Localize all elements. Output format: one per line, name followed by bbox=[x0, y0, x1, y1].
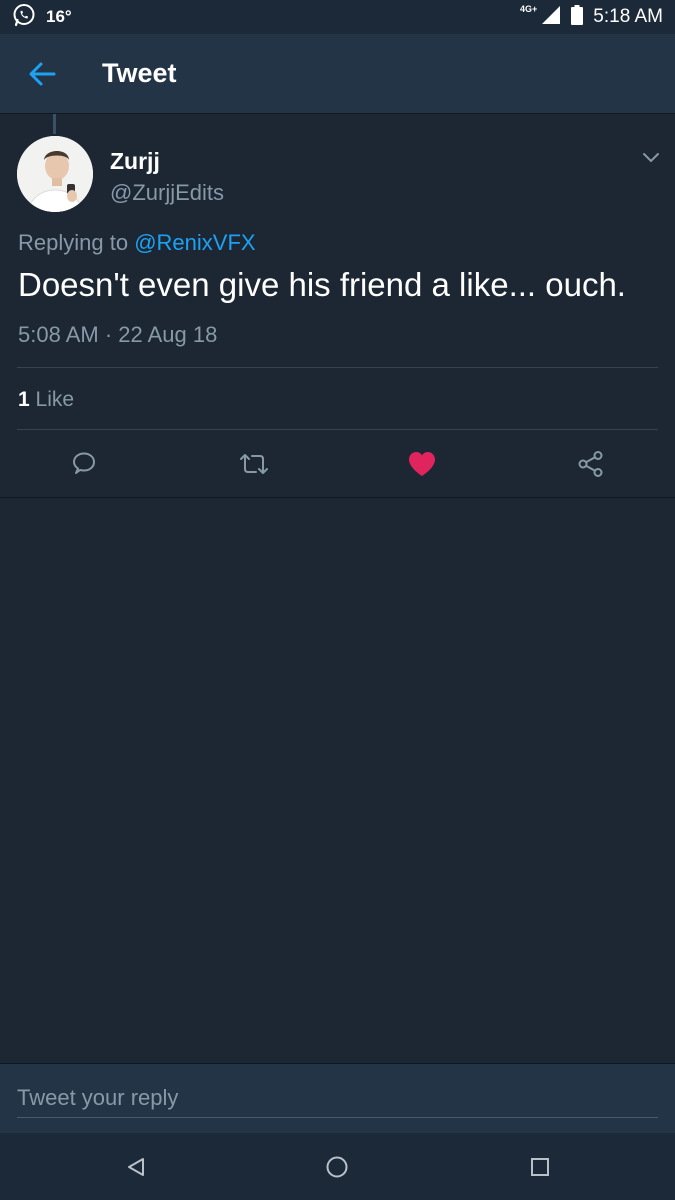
tweet-actions bbox=[0, 430, 675, 498]
tweet-text: Doesn't even give his friend a like... o… bbox=[18, 266, 626, 303]
signal-icon bbox=[541, 5, 561, 30]
like-button[interactable] bbox=[404, 446, 440, 482]
arrow-left-icon bbox=[29, 62, 56, 85]
replying-to-line: Replying to @RenixVFX bbox=[18, 230, 256, 256]
back-triangle-icon[interactable] bbox=[121, 1152, 151, 1182]
reply-button[interactable] bbox=[66, 446, 102, 482]
clock-text: 5:18 AM bbox=[593, 6, 663, 27]
back-button[interactable] bbox=[0, 34, 84, 114]
avatar[interactable] bbox=[17, 136, 93, 212]
divider bbox=[17, 367, 658, 368]
whatsapp-icon bbox=[12, 3, 36, 32]
home-circle-icon[interactable] bbox=[322, 1152, 352, 1182]
recents-square-icon[interactable] bbox=[525, 1152, 555, 1182]
like-count[interactable]: 1 Like bbox=[18, 388, 74, 412]
reply-input[interactable] bbox=[17, 1078, 658, 1118]
battery-icon bbox=[571, 4, 584, 30]
replying-to-mention[interactable]: @RenixVFX bbox=[134, 230, 255, 255]
retweet-icon bbox=[240, 454, 268, 474]
share-icon bbox=[578, 451, 603, 477]
author-handle[interactable]: @ZurjjEdits bbox=[110, 180, 224, 206]
like-count-label: Like bbox=[35, 388, 75, 411]
author-name[interactable]: Zurjj bbox=[110, 148, 160, 175]
reply-bar bbox=[0, 1063, 675, 1133]
tweet-detail: Zurjj @ZurjjEdits Replying to @RenixVFX … bbox=[0, 114, 675, 498]
system-nav-bar bbox=[0, 1133, 675, 1200]
status-bar: 16° 4G+ 5:18 AM bbox=[0, 0, 675, 34]
app-bar: Tweet bbox=[0, 34, 675, 114]
replying-prefix: Replying to bbox=[18, 230, 135, 255]
page-title: Tweet bbox=[102, 58, 177, 88]
share-button[interactable] bbox=[573, 446, 609, 482]
like-icon bbox=[409, 452, 435, 476]
like-count-number: 1 bbox=[18, 388, 30, 411]
reply-icon bbox=[73, 452, 95, 474]
network-type: 4G+ bbox=[520, 4, 538, 14]
tweet-timestamp: 5:08 AM · 22 Aug 18 bbox=[18, 322, 218, 347]
thread-connector-line bbox=[53, 114, 56, 134]
chevron-down-icon[interactable] bbox=[640, 150, 662, 166]
retweet-button[interactable] bbox=[236, 446, 272, 482]
temperature-text: 16° bbox=[46, 7, 72, 26]
